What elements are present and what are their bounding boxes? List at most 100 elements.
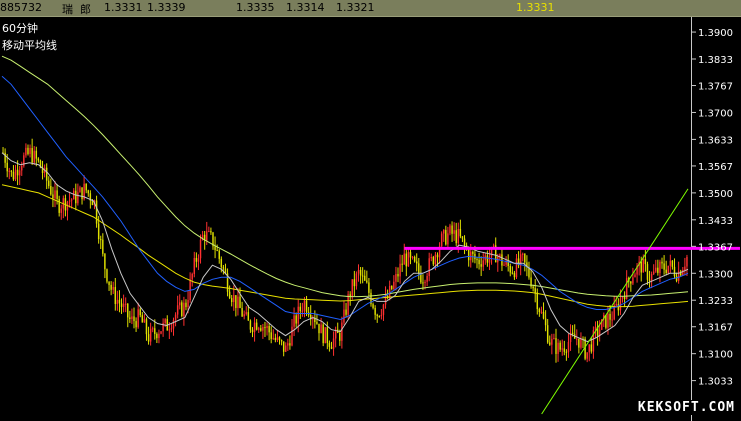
candle-body — [258, 328, 260, 330]
candle-body — [534, 288, 536, 293]
candle-body — [181, 302, 183, 317]
candle-body — [549, 342, 551, 345]
candle-body — [97, 223, 100, 240]
candle-body — [91, 200, 94, 206]
candle-body — [185, 302, 187, 308]
candle-body — [170, 328, 173, 330]
candle-body — [235, 295, 237, 308]
period-label: 60分钟 — [2, 22, 38, 35]
candle-body — [102, 239, 104, 254]
candle-body — [428, 258, 430, 277]
candle-body — [391, 285, 393, 290]
candle-body — [197, 258, 200, 262]
candle-body — [183, 302, 185, 317]
candle-body — [328, 343, 331, 347]
candle-body — [463, 238, 466, 246]
candlestick-chart[interactable]: 1.3900 1.3833 1.3767 1.3700 1.3633 1.3567 1.35… — [0, 0, 741, 421]
candle-body — [154, 328, 156, 334]
candle-body — [559, 342, 561, 350]
candle-body — [56, 190, 58, 199]
candle-body — [289, 343, 291, 346]
candle-body — [588, 344, 590, 353]
candle-body — [174, 314, 177, 320]
candle-body — [199, 239, 202, 259]
candle-body — [237, 296, 239, 308]
candle-body — [230, 298, 233, 303]
y-tick-label: 1.3767 — [698, 82, 733, 93]
ma-long-line — [1, 184, 689, 308]
candle-body — [605, 315, 607, 328]
candle-body — [29, 148, 31, 154]
candle-body — [10, 170, 13, 172]
candle-body — [623, 297, 626, 299]
candle-body — [6, 162, 8, 172]
candle-body — [380, 314, 383, 317]
candle-body — [538, 309, 541, 313]
candle-body — [72, 190, 75, 200]
candle-body — [208, 231, 210, 233]
candle-body — [262, 327, 264, 331]
candle-body — [210, 231, 212, 233]
candle-body — [133, 316, 135, 322]
candle-body — [667, 265, 669, 273]
candle-body — [642, 259, 645, 273]
candle-body — [576, 338, 578, 340]
candle-body — [264, 327, 266, 329]
candle-body — [247, 312, 250, 321]
candle-body — [480, 264, 482, 267]
candle-body — [434, 254, 437, 265]
candle-body — [104, 253, 106, 270]
candle-body — [214, 246, 216, 250]
candle-body — [68, 200, 71, 202]
candle-body — [249, 320, 252, 330]
candle-body — [293, 315, 295, 327]
candle-body — [285, 345, 287, 352]
candle-body — [361, 275, 364, 277]
candle-body — [486, 255, 489, 263]
candle-body — [590, 344, 593, 352]
candle-body — [661, 261, 663, 264]
candle-body — [565, 351, 568, 353]
candle-body — [332, 338, 335, 349]
candle-body — [195, 257, 198, 262]
candle-body — [50, 186, 52, 195]
candle-body — [158, 333, 160, 339]
candle-body — [455, 230, 457, 244]
candle-body — [409, 252, 412, 258]
candle-body — [318, 323, 320, 334]
candle-body — [557, 342, 559, 354]
candle-body — [663, 263, 665, 270]
candle-body — [488, 256, 491, 263]
candle-body — [671, 260, 674, 267]
candle-body — [251, 329, 254, 333]
y-tick-label: 1.3100 — [698, 350, 733, 361]
candle-body — [18, 170, 21, 176]
candle-body — [58, 198, 60, 213]
candle-body — [120, 303, 123, 307]
candle-body — [430, 257, 432, 259]
candle-body — [280, 340, 283, 342]
candle-body — [546, 325, 549, 343]
candle-body — [70, 199, 73, 201]
candle-body — [665, 269, 667, 273]
candle-body — [652, 271, 655, 274]
y-tick-label: 1.3233 — [698, 296, 733, 307]
candle-body — [260, 328, 262, 331]
y-tick-label: 1.3833 — [698, 55, 733, 66]
y-tick-label: 1.3900 — [698, 28, 733, 39]
candle-body — [95, 200, 98, 224]
candle-body — [449, 225, 451, 234]
candle-body — [110, 284, 112, 290]
candle-body — [515, 258, 518, 278]
candle-body — [555, 338, 557, 354]
y-tick-label: 1.3500 — [698, 189, 733, 200]
candle-body — [551, 338, 553, 345]
candle-body — [316, 322, 318, 324]
candle-body — [345, 309, 347, 315]
candle-body — [461, 236, 464, 239]
candle-body — [85, 183, 87, 191]
y-tick-label: 1.3567 — [698, 162, 733, 173]
candle-body — [347, 294, 349, 315]
candle-body — [578, 338, 580, 348]
candle-body — [35, 150, 38, 159]
